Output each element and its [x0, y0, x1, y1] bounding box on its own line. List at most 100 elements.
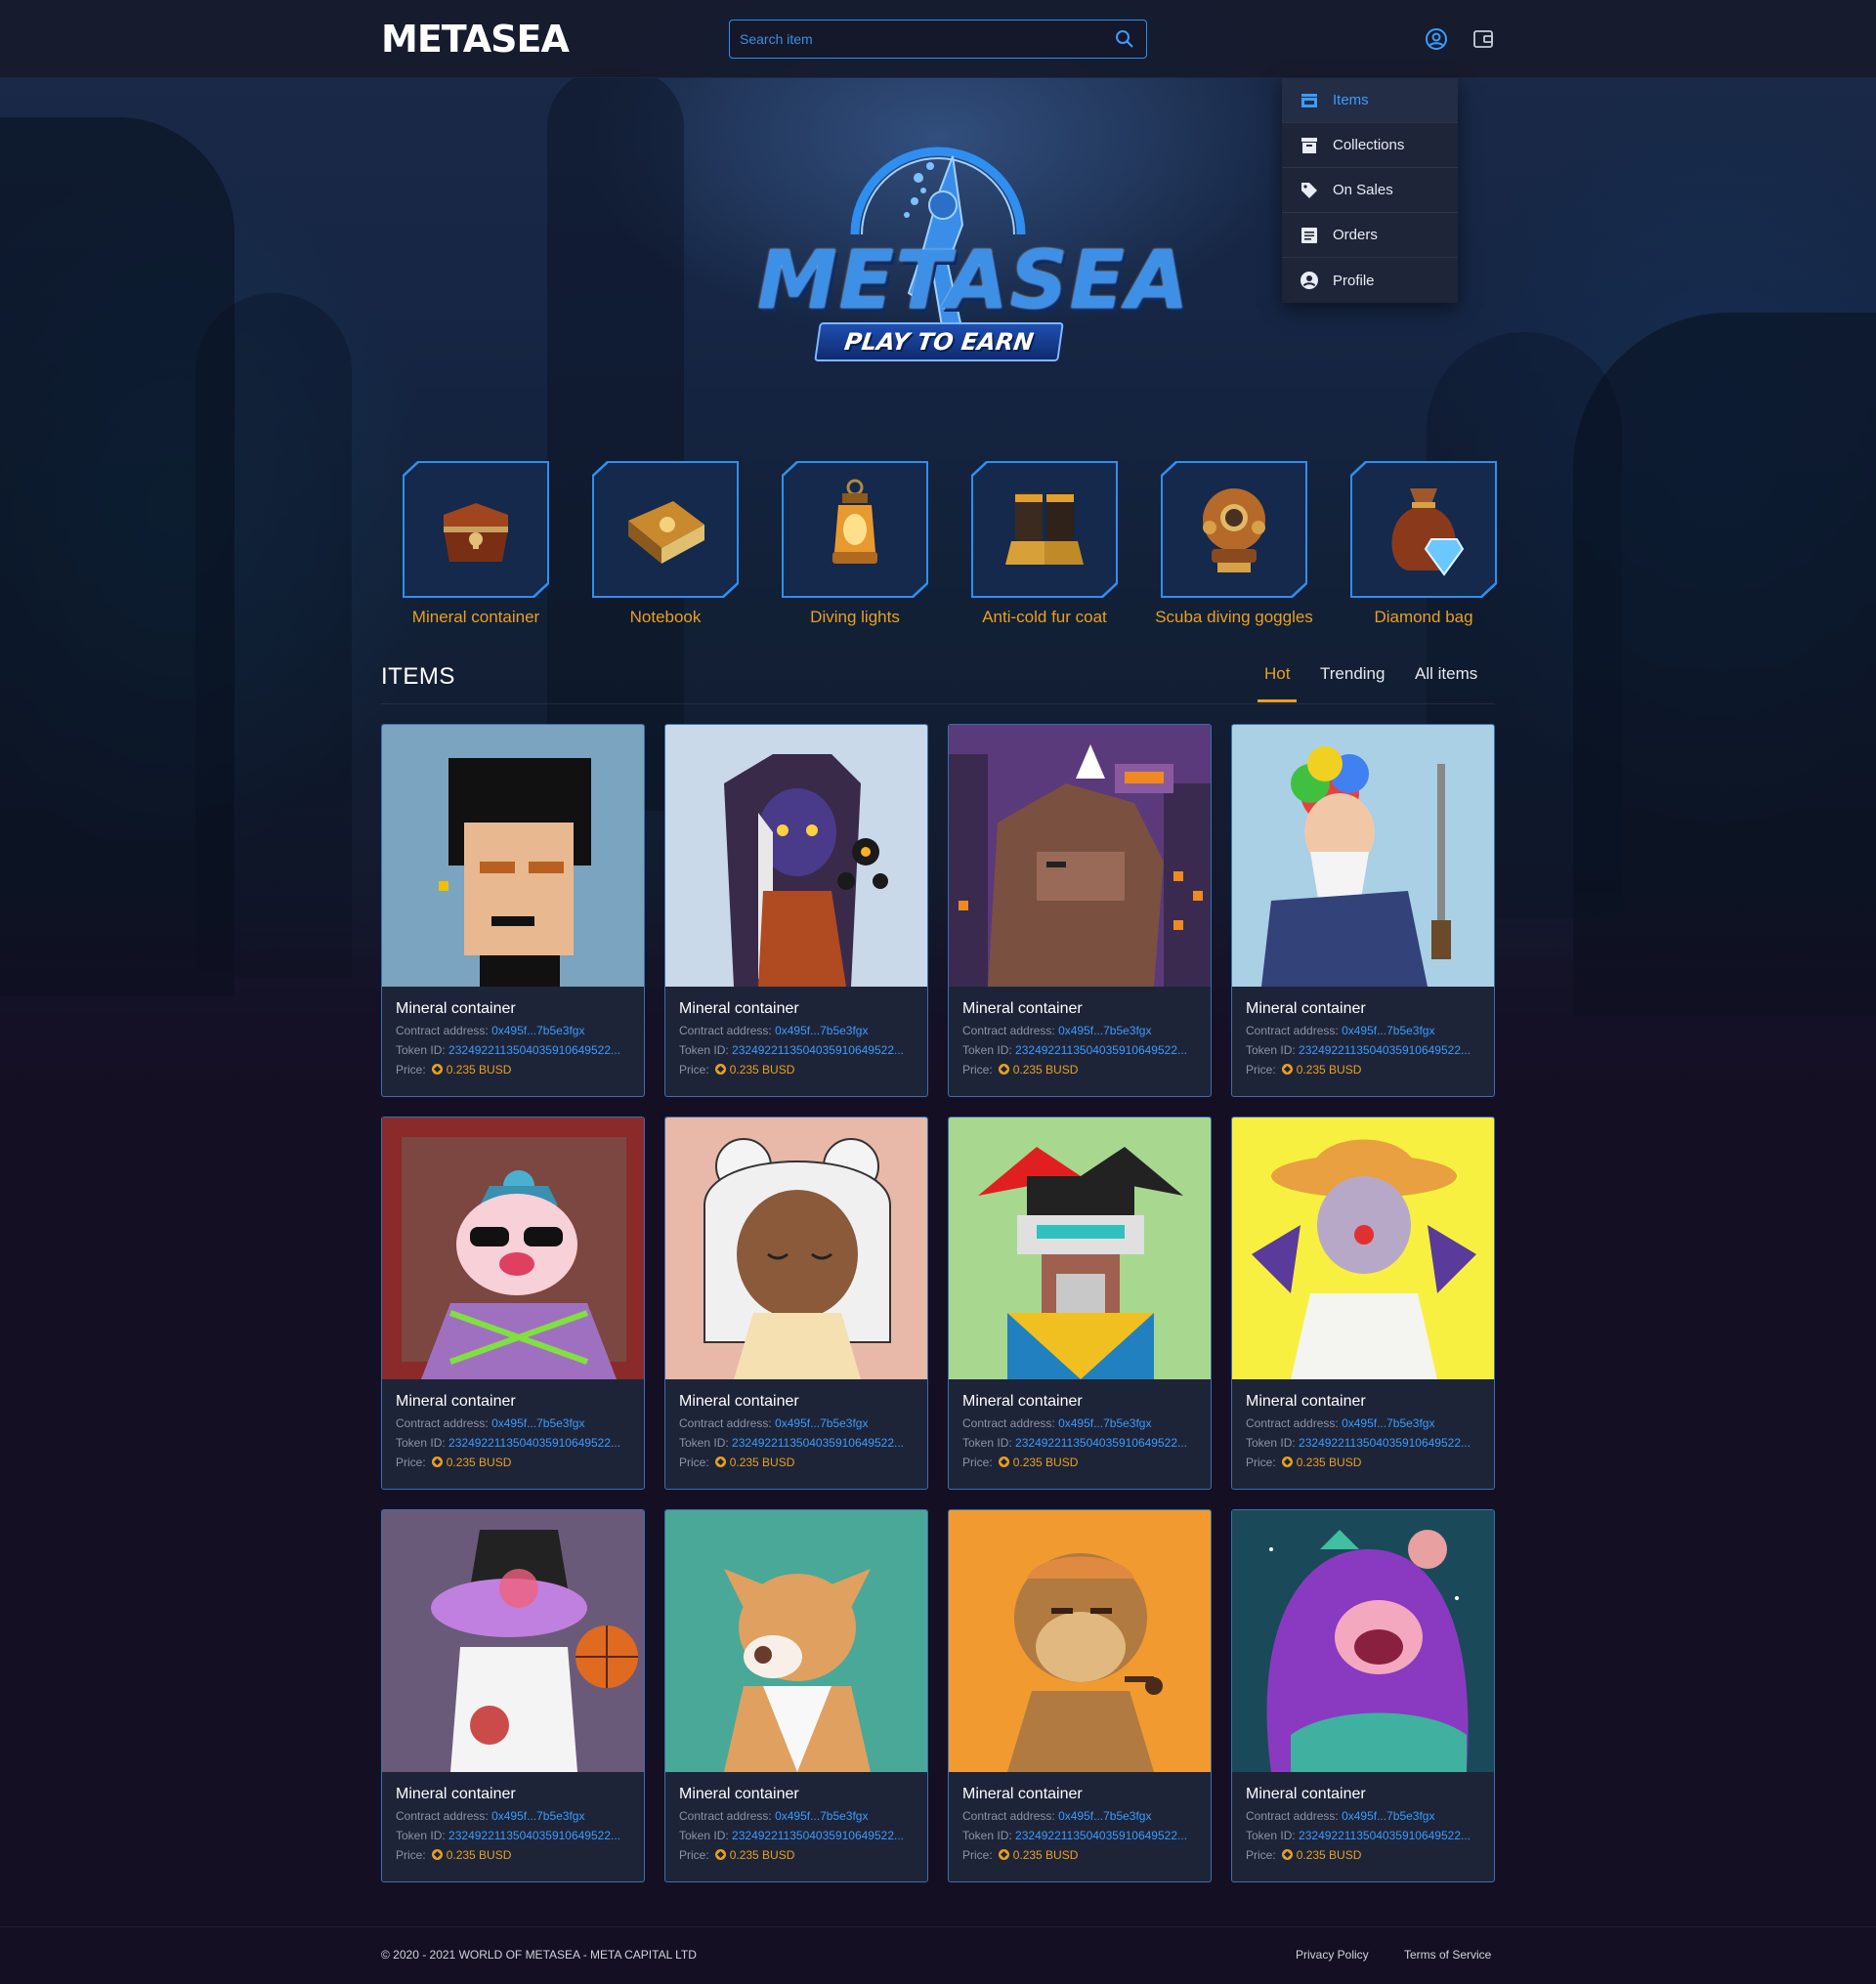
contract-address-link[interactable]: 0x495f...7b5e3fgx — [775, 1809, 868, 1823]
price-row: Price: 0.235 BUSD — [962, 1848, 1197, 1862]
item-card[interactable]: Mineral container Contract address: 0x49… — [1231, 1509, 1495, 1882]
token-id-link[interactable]: 2324922113504035910649522... — [1015, 1829, 1187, 1842]
item-card[interactable]: Mineral container Contract address: 0x49… — [381, 1117, 645, 1490]
contract-row: Contract address: 0x495f...7b5e3fgx — [1246, 1024, 1480, 1037]
contract-row: Contract address: 0x495f...7b5e3fgx — [679, 1416, 914, 1430]
contract-address-link[interactable]: 0x495f...7b5e3fgx — [491, 1809, 584, 1823]
item-card[interactable]: Mineral container Contract address: 0x49… — [381, 724, 645, 1097]
item-card[interactable]: Mineral container Contract address: 0x49… — [948, 1117, 1212, 1490]
contract-address-link[interactable]: 0x495f...7b5e3fgx — [1342, 1809, 1434, 1823]
site-logo[interactable]: METASEA — [381, 18, 570, 61]
token-id-link[interactable]: 2324922113504035910649522... — [448, 1829, 620, 1842]
tab-hot[interactable]: Hot — [1264, 664, 1290, 684]
nft-image-shiba-dog — [665, 1510, 927, 1772]
category-mineral-container[interactable]: Mineral container — [381, 461, 571, 627]
contract-address-link[interactable]: 0x495f...7b5e3fgx — [1342, 1416, 1434, 1430]
contract-address-link[interactable]: 0x495f...7b5e3fgx — [1058, 1024, 1151, 1037]
contract-row: Contract address: 0x495f...7b5e3fgx — [396, 1024, 630, 1037]
category-scuba-diving-goggles[interactable]: Scuba diving goggles — [1139, 461, 1329, 627]
wallet-icon[interactable] — [1471, 27, 1495, 51]
price-value: 0.235 BUSD — [1296, 1848, 1362, 1862]
top-nav-bar: METASEA — [0, 0, 1876, 78]
contract-address-link[interactable]: 0x495f...7b5e3fgx — [491, 1024, 584, 1037]
category-label: Diving lights — [810, 608, 900, 626]
price-value: 0.235 BUSD — [729, 1848, 795, 1862]
category-diamond-bag[interactable]: Diamond bag — [1329, 461, 1518, 627]
search-input[interactable] — [740, 21, 1101, 57]
contract-address-link[interactable]: 0x495f...7b5e3fgx — [1342, 1024, 1434, 1037]
price-label: Price: — [1246, 1063, 1276, 1076]
tab-trending[interactable]: Trending — [1320, 664, 1385, 684]
token-id-link[interactable]: 2324922113504035910649522... — [448, 1043, 620, 1057]
item-card[interactable]: Mineral container Contract address: 0x49… — [664, 1509, 928, 1882]
search-icon[interactable] — [1115, 29, 1134, 49]
item-card[interactable]: Mineral container Contract address: 0x49… — [664, 1117, 928, 1490]
busd-coin-icon — [998, 1456, 1009, 1467]
menu-item-on-sales[interactable]: On Sales — [1282, 168, 1458, 213]
nft-image-pixel-kong — [949, 725, 1211, 987]
item-name: Mineral container — [396, 1786, 516, 1802]
token-label: Token ID: — [962, 1043, 1012, 1057]
token-label: Token ID: — [1246, 1829, 1296, 1842]
token-id-link[interactable]: 2324922113504035910649522... — [732, 1043, 904, 1057]
price-value: 0.235 BUSD — [729, 1456, 795, 1469]
terms-of-service-link[interactable]: Terms of Service — [1404, 1948, 1491, 1962]
price-label: Price: — [679, 1063, 709, 1076]
token-row: Token ID: 2324922113504035910649522... — [396, 1436, 630, 1450]
item-card[interactable]: Mineral container Contract address: 0x49… — [381, 1509, 645, 1882]
token-id-link[interactable]: 2324922113504035910649522... — [1015, 1043, 1187, 1057]
token-row: Token ID: 2324922113504035910649522... — [679, 1043, 914, 1057]
user-account-icon[interactable] — [1425, 27, 1448, 51]
price-label: Price: — [679, 1456, 709, 1469]
copyright-text: © 2020 - 2021 WORLD OF METASEA - META CA… — [381, 1948, 697, 1962]
token-id-link[interactable]: 2324922113504035910649522... — [1299, 1436, 1471, 1450]
menu-item-collections[interactable]: Collections — [1282, 123, 1458, 168]
contract-address-link[interactable]: 0x495f...7b5e3fgx — [1058, 1416, 1151, 1430]
contract-row: Contract address: 0x495f...7b5e3fgx — [396, 1809, 630, 1823]
item-card[interactable]: Mineral container Contract address: 0x49… — [664, 724, 928, 1097]
busd-coin-icon — [1281, 1456, 1293, 1467]
token-id-link[interactable]: 2324922113504035910649522... — [732, 1829, 904, 1842]
token-id-link[interactable]: 2324922113504035910649522... — [448, 1436, 620, 1450]
price-label: Price: — [679, 1848, 709, 1862]
nft-image-straw-hat-clown — [1232, 1118, 1494, 1379]
item-card[interactable]: Mineral container Contract address: 0x49… — [948, 1509, 1212, 1882]
nft-image-purple-dino — [1232, 1510, 1494, 1772]
tab-all-items[interactable]: All items — [1415, 664, 1477, 684]
contract-address-link[interactable]: 0x495f...7b5e3fgx — [491, 1416, 584, 1430]
item-card[interactable]: Mineral container Contract address: 0x49… — [1231, 724, 1495, 1097]
divider — [381, 703, 1495, 704]
token-label: Token ID: — [396, 1829, 446, 1842]
token-id-link[interactable]: 2324922113504035910649522... — [1299, 1829, 1471, 1842]
item-name: Mineral container — [962, 1393, 1083, 1410]
item-card[interactable]: Mineral container Contract address: 0x49… — [948, 724, 1212, 1097]
menu-item-orders[interactable]: Orders — [1282, 213, 1458, 258]
play-to-earn-ribbon: PLAY TO EARN — [814, 322, 1064, 361]
item-name: Mineral container — [962, 1000, 1083, 1017]
item-card[interactable]: Mineral container Contract address: 0x49… — [1231, 1117, 1495, 1490]
diamond-bag-icon — [1391, 487, 1465, 576]
token-id-link[interactable]: 2324922113504035910649522... — [1015, 1436, 1187, 1450]
token-id-link[interactable]: 2324922113504035910649522... — [1299, 1043, 1471, 1057]
category-notebook[interactable]: Notebook — [571, 461, 760, 627]
privacy-policy-link[interactable]: Privacy Policy — [1296, 1948, 1369, 1962]
menu-item-items[interactable]: Items — [1282, 78, 1458, 123]
menu-item-label: Profile — [1333, 272, 1375, 289]
section-title: ITEMS — [381, 663, 455, 690]
token-id-link[interactable]: 2324922113504035910649522... — [732, 1436, 904, 1450]
contract-address-link[interactable]: 0x495f...7b5e3fgx — [775, 1416, 868, 1430]
busd-coin-icon — [998, 1849, 1009, 1860]
category-diving-lights[interactable]: Diving lights — [760, 461, 950, 627]
price-label: Price: — [396, 1456, 426, 1469]
price-value: 0.235 BUSD — [1296, 1063, 1362, 1076]
treasure-chest-icon — [444, 503, 508, 562]
account-circle-icon — [1300, 272, 1318, 289]
token-label: Token ID: — [679, 1829, 729, 1842]
category-anti-cold-fur-coat[interactable]: Anti-cold fur coat — [950, 461, 1139, 627]
contract-label: Contract address: — [1246, 1024, 1339, 1037]
price-row: Price: 0.235 BUSD — [1246, 1063, 1480, 1076]
contract-address-link[interactable]: 0x495f...7b5e3fgx — [775, 1024, 868, 1037]
contract-address-link[interactable]: 0x495f...7b5e3fgx — [1058, 1809, 1151, 1823]
contract-label: Contract address: — [679, 1024, 772, 1037]
menu-item-profile[interactable]: Profile — [1282, 258, 1458, 303]
